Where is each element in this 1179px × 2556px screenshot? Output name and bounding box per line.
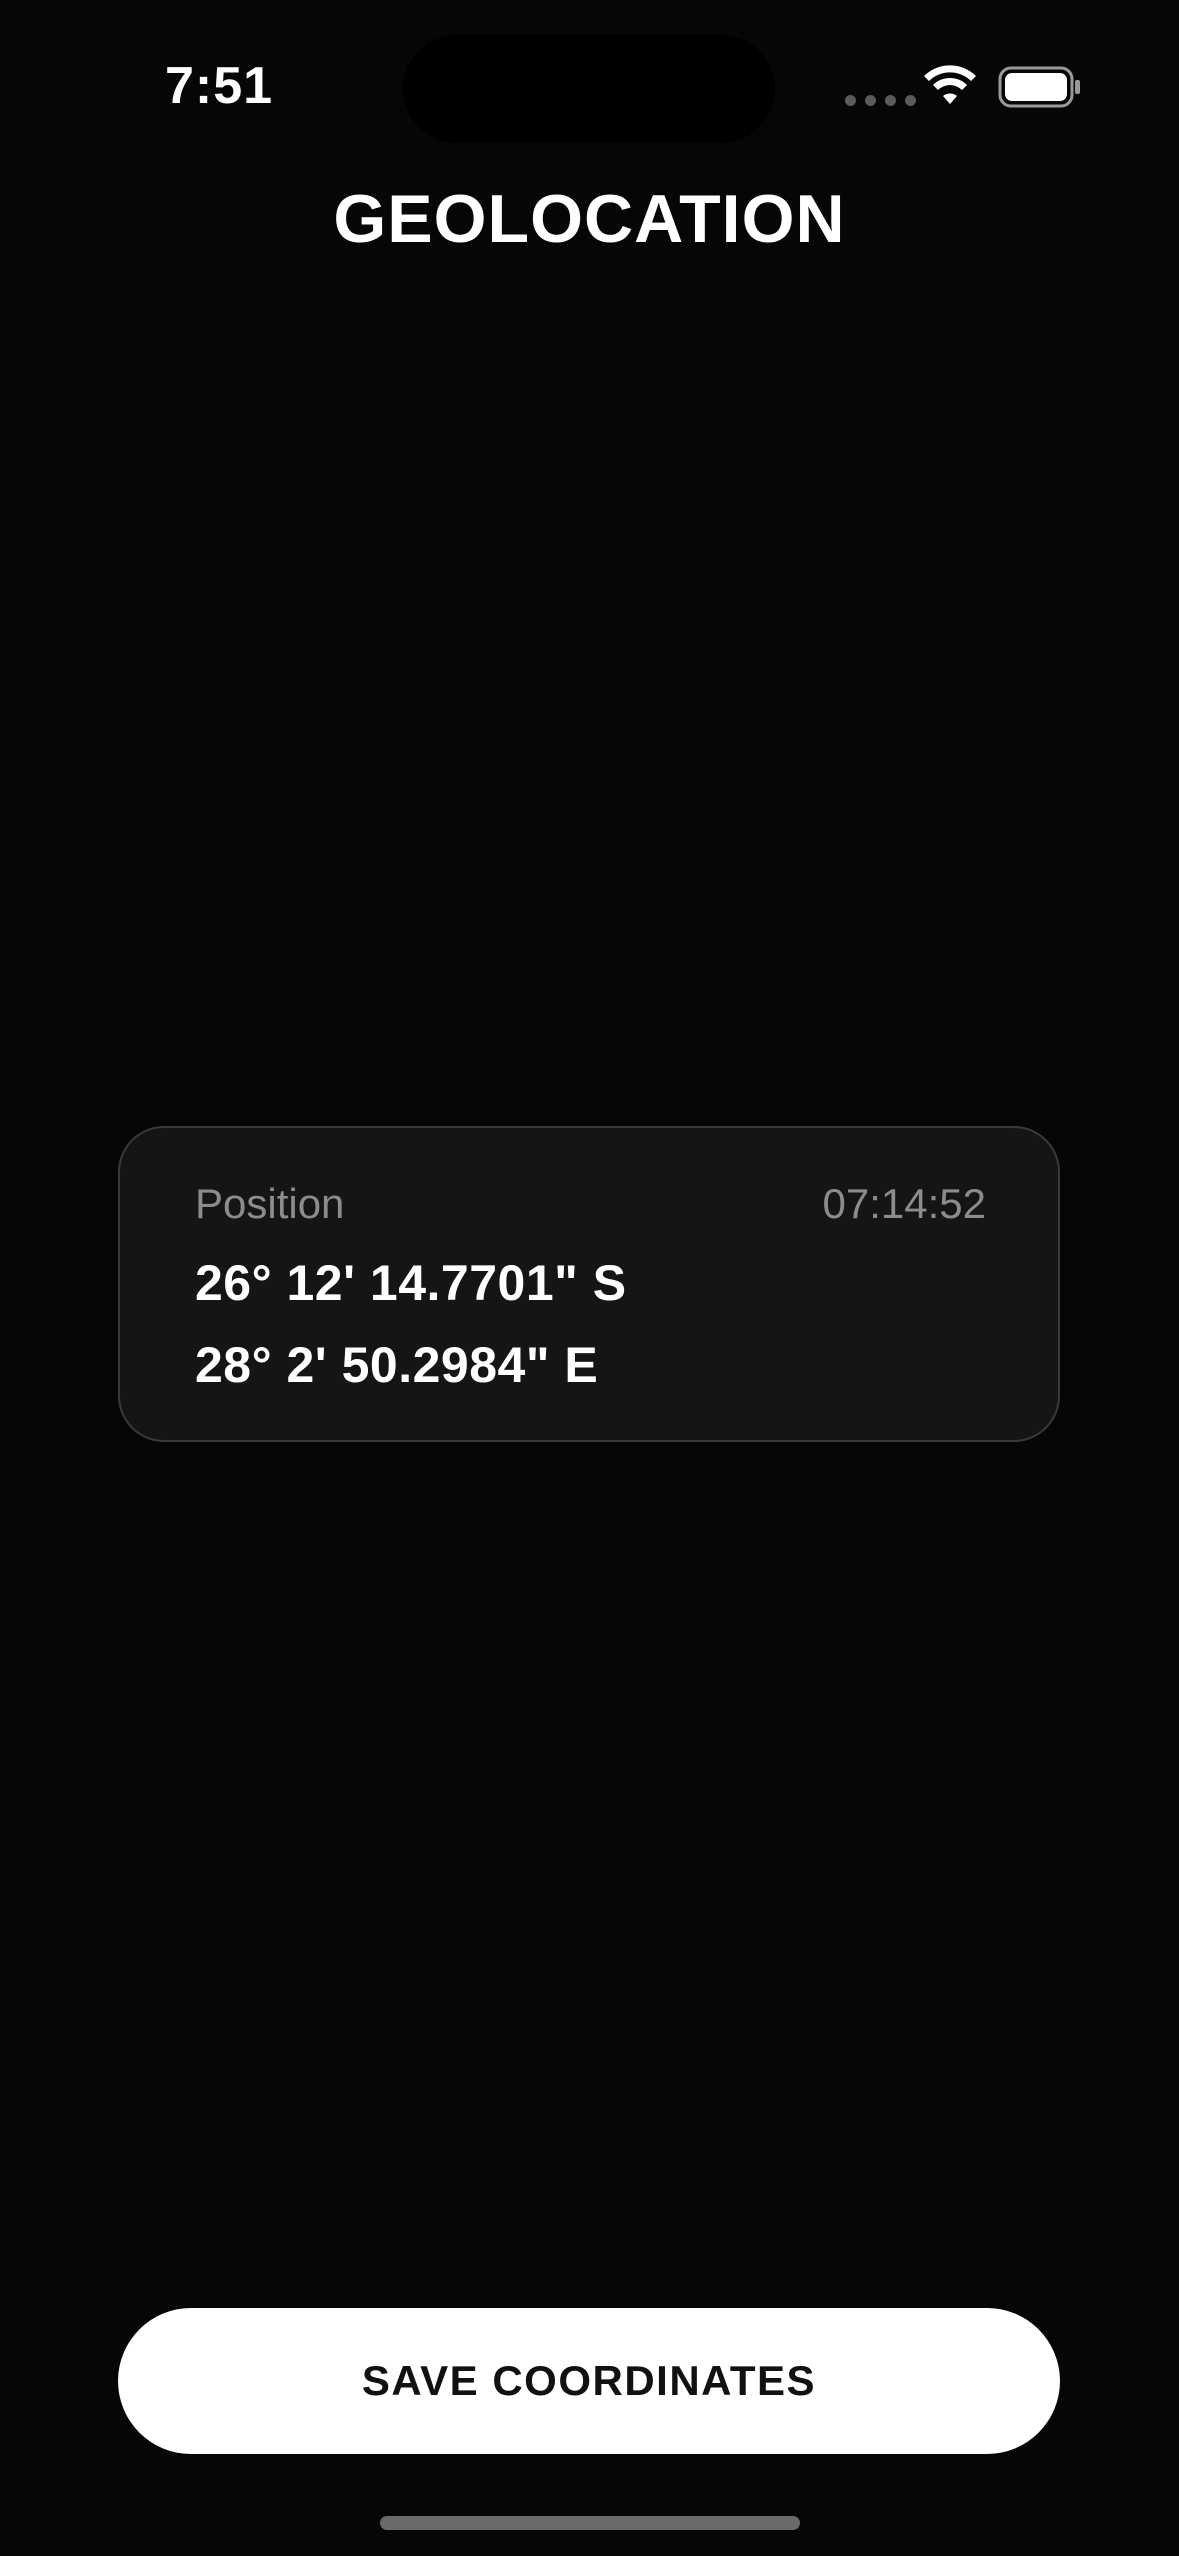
cellular-dots-icon bbox=[845, 95, 916, 106]
position-label: Position bbox=[195, 1180, 345, 1227]
battery-icon bbox=[998, 66, 1080, 108]
home-indicator[interactable] bbox=[380, 2516, 800, 2530]
wifi-icon bbox=[924, 65, 976, 104]
dynamic-island bbox=[403, 35, 775, 143]
status-bar: 7:51 bbox=[0, 0, 1179, 170]
longitude-value: 28° 2' 50.2984" E bbox=[195, 1337, 599, 1393]
page-title: GEOLOCATION bbox=[333, 181, 846, 257]
latitude-value: 26° 12' 14.7701" S bbox=[195, 1255, 627, 1311]
save-coordinates-button[interactable]: SAVE COORDINATES bbox=[118, 2308, 1060, 2454]
status-time: 7:51 bbox=[165, 57, 274, 115]
position-card: Position 07:14:52 26° 12' 14.7701" S 28°… bbox=[118, 1126, 1060, 1442]
position-timestamp: 07:14:52 bbox=[822, 1180, 987, 1227]
